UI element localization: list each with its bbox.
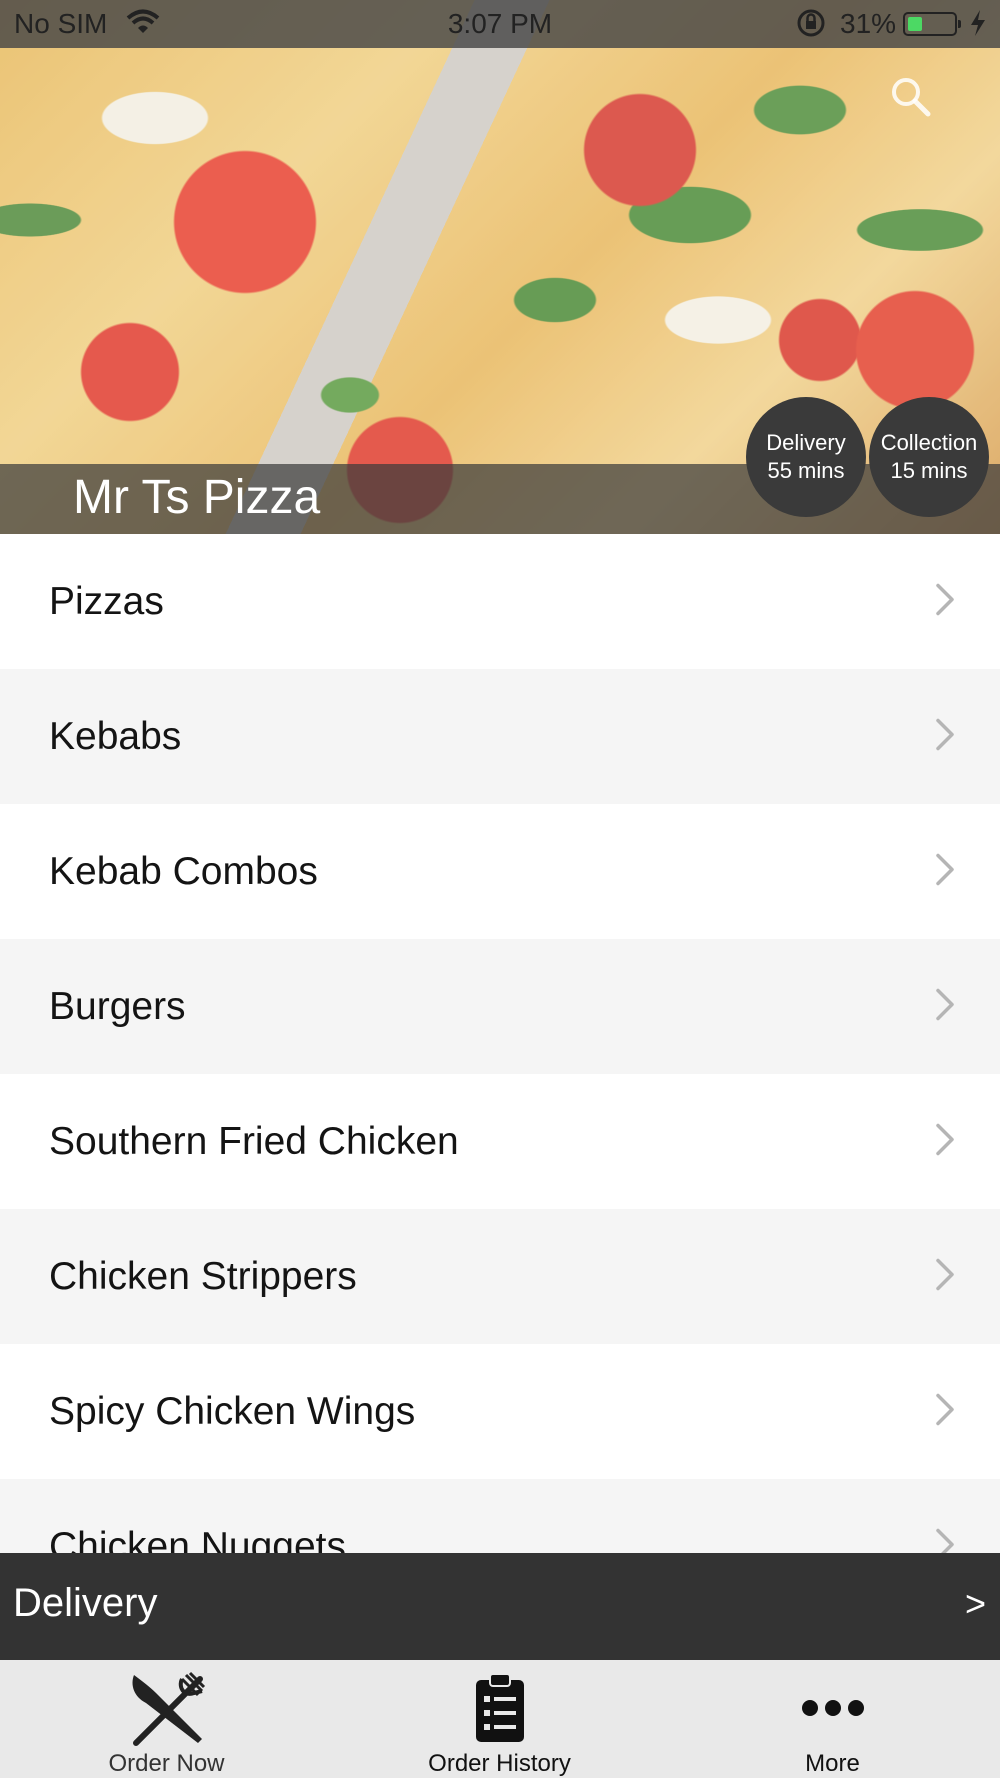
battery-nub — [958, 20, 961, 28]
collection-badge-time: 15 mins — [890, 458, 968, 483]
delivery-arrow-icon[interactable]: > — [965, 1583, 986, 1625]
menu-category-label: Kebab Combos — [49, 849, 318, 893]
chevron-right-icon — [934, 987, 956, 1026]
chevron-right-icon — [934, 717, 956, 756]
delivery-time-badge: Delivery 55 mins — [746, 397, 866, 517]
battery-icon — [903, 12, 961, 36]
menu-category-row[interactable]: Pizzas — [0, 534, 1000, 669]
more-dots-icon — [801, 1668, 865, 1748]
tab-order-now[interactable]: Order Now — [0, 1660, 333, 1778]
chevron-right-icon — [934, 852, 956, 891]
chevron-right-icon — [934, 1122, 956, 1161]
tab-label: More — [805, 1750, 860, 1777]
menu-category-row[interactable]: Spicy Chicken Wings — [0, 1344, 1000, 1479]
menu-category-label: Chicken Nuggets — [49, 1524, 346, 1554]
menu-category-label: Chicken Strippers — [49, 1254, 357, 1298]
menu-category-row[interactable]: Chicken Nuggets — [0, 1479, 1000, 1553]
tab-more[interactable]: More — [666, 1660, 999, 1778]
tab-order-history[interactable]: Order History — [333, 1660, 666, 1778]
menu-category-label: Pizzas — [49, 579, 164, 623]
orientation-lock-icon — [796, 8, 826, 45]
menu-category-row[interactable]: Chicken Strippers — [0, 1209, 1000, 1344]
collection-badge-label: Collection — [880, 430, 978, 455]
delivery-badge-label: Delivery — [766, 430, 846, 455]
status-bar: No SIM 3:07 PM 31% — [0, 0, 1000, 48]
battery-fill — [908, 17, 922, 31]
delivery-mode-bar[interactable]: Delivery > — [0, 1553, 1000, 1660]
menu-category-label: Kebabs — [49, 714, 182, 758]
tab-bar: Order Now Order History More — [0, 1660, 1000, 1778]
chevron-right-icon — [934, 1257, 956, 1296]
menu-category-label: Burgers — [49, 984, 186, 1028]
chevron-right-icon — [934, 1527, 956, 1553]
delivery-badge-time: 55 mins — [767, 458, 845, 483]
search-icon[interactable] — [888, 74, 934, 125]
menu-category-row[interactable]: Kebab Combos — [0, 804, 1000, 939]
clipboard-list-icon — [474, 1668, 526, 1748]
restaurant-name: Mr Ts Pizza — [73, 471, 321, 524]
menu-category-row[interactable]: Southern Fried Chicken — [0, 1074, 1000, 1209]
menu-category-row[interactable]: Burgers — [0, 939, 1000, 1074]
chevron-right-icon — [934, 1392, 956, 1431]
menu-category-row[interactable]: Kebabs — [0, 669, 1000, 804]
charging-icon — [968, 8, 988, 45]
tab-label: Order Now — [108, 1750, 225, 1777]
fork-knife-icon — [128, 1668, 206, 1748]
tab-label: Order History — [428, 1750, 571, 1777]
chevron-right-icon — [934, 582, 956, 621]
battery-percent: 31% — [840, 8, 897, 39]
delivery-mode-label: Delivery — [13, 1581, 158, 1625]
collection-time-badge: Collection 15 mins — [869, 397, 989, 517]
menu-category-label: Southern Fried Chicken — [49, 1119, 459, 1163]
hero-banner: Mr Ts Pizza Delivery 55 mins Collection … — [0, 0, 1000, 534]
menu-category-list[interactable]: Pizzas Kebabs Kebab Combos Burgers Southern … — [0, 534, 1000, 1553]
menu-category-label: Spicy Chicken Wings — [49, 1389, 416, 1433]
